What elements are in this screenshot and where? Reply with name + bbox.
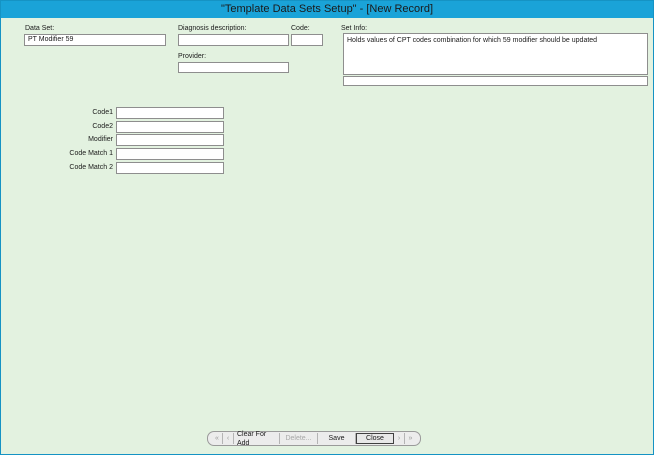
diagnosis-description-label: Diagnosis description: — [178, 25, 247, 32]
save-button[interactable]: Save — [318, 433, 356, 444]
data-set-label: Data Set: — [25, 25, 55, 32]
close-button[interactable]: Close — [356, 433, 394, 444]
first-record-icon[interactable]: « — [212, 433, 223, 444]
code-match-1-label: Code Match 1 — [69, 150, 113, 157]
app-window: "Template Data Sets Setup" - [New Record… — [0, 0, 654, 455]
code-label: Code: — [291, 25, 310, 32]
data-set-input[interactable]: PT Modifier 59 — [24, 34, 166, 46]
window-title: "Template Data Sets Setup" - [New Record… — [1, 1, 653, 18]
set-info-label: Set Info: — [341, 25, 368, 32]
delete-button[interactable]: Delete... — [280, 433, 318, 444]
next-record-icon[interactable]: › — [394, 433, 405, 444]
code1-input[interactable] — [116, 107, 224, 119]
modifier-input[interactable] — [116, 134, 224, 146]
record-navigation-bar: « ‹ Clear For Add Delete... Save Close ›… — [207, 431, 421, 447]
set-info-extra-input[interactable] — [343, 76, 648, 86]
clear-for-add-button[interactable]: Clear For Add — [234, 431, 280, 447]
last-record-icon[interactable]: » — [405, 433, 416, 444]
form-area: Data Set: PT Modifier 59 Diagnosis descr… — [6, 18, 648, 451]
code-match-1-input[interactable] — [116, 148, 224, 160]
code2-label: Code2 — [92, 123, 113, 130]
code-input[interactable] — [291, 34, 323, 46]
code-match-2-input[interactable] — [116, 162, 224, 174]
code-match-2-label: Code Match 2 — [69, 164, 113, 171]
modifier-label: Modifier — [88, 136, 113, 143]
diagnosis-description-input[interactable] — [178, 34, 289, 46]
code2-input[interactable] — [116, 121, 224, 133]
set-info-textarea[interactable]: Holds values of CPT codes combination fo… — [343, 33, 648, 75]
code1-label: Code1 — [92, 109, 113, 116]
provider-input[interactable] — [178, 62, 289, 73]
previous-record-icon[interactable]: ‹ — [223, 433, 234, 444]
provider-label: Provider: — [178, 53, 207, 60]
